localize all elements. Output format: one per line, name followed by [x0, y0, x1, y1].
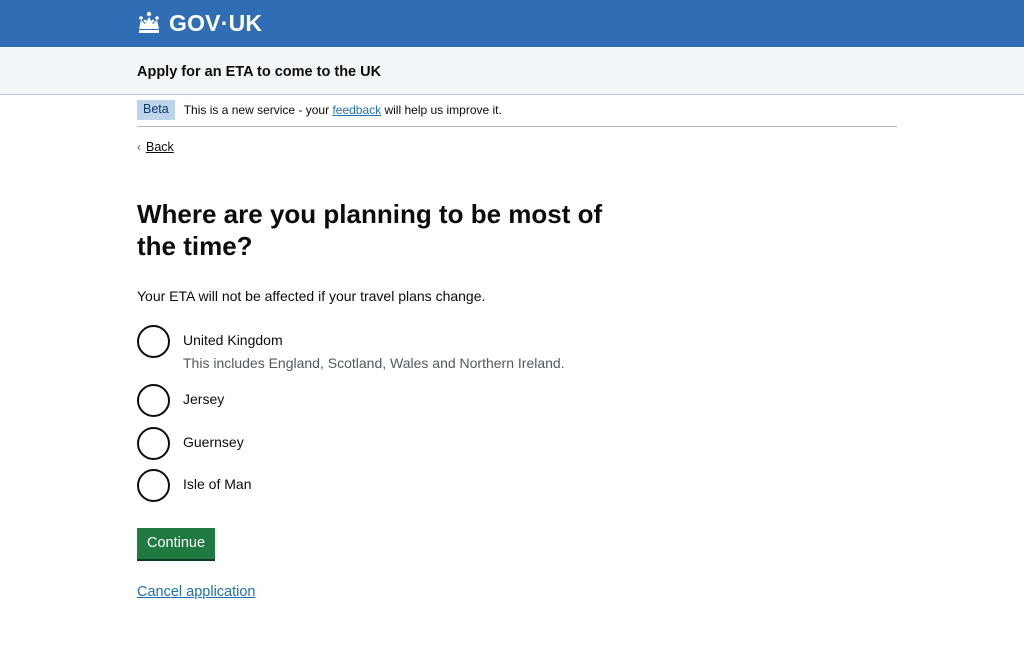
radio-button-isle-of-man[interactable] — [137, 469, 170, 502]
radio-option-jersey[interactable]: Jersey — [137, 384, 224, 417]
radio-option-united-kingdom[interactable]: United Kingdom This includes England, Sc… — [137, 325, 565, 372]
radio-text: Jersey — [183, 384, 224, 408]
govuk-header: GOV·UK — [0, 0, 1024, 47]
back-link[interactable]: ‹ Back — [137, 139, 174, 155]
radio-button-jersey[interactable] — [137, 384, 170, 417]
radio-label-jersey[interactable]: Jersey — [183, 390, 224, 408]
beta-tag: Beta — [137, 100, 175, 120]
chevron-left-icon: ‹ — [137, 140, 141, 154]
radio-button-united-kingdom[interactable] — [137, 325, 170, 358]
phase-banner-text: This is a new service - your feedback wi… — [184, 100, 502, 120]
page-title: Where are you planning to be most of the… — [137, 199, 603, 261]
phase-text-before: This is a new service - your — [183, 103, 333, 117]
phase-banner: Beta This is a new service - your feedba… — [137, 100, 897, 127]
feedback-link[interactable]: feedback — [332, 103, 381, 117]
service-name[interactable]: Apply for an ETA to come to the UK — [137, 63, 381, 81]
govuk-logo-link[interactable]: GOV·UK — [136, 9, 262, 37]
back-link-label: Back — [146, 140, 174, 154]
radio-label-united-kingdom[interactable]: United Kingdom — [183, 331, 565, 349]
radio-label-isle-of-man[interactable]: Isle of Man — [183, 475, 251, 493]
govuk-logo-text: GOV·UK — [169, 10, 263, 36]
radio-text: Isle of Man — [183, 469, 251, 493]
radio-button-guernsey[interactable] — [137, 427, 170, 460]
question-hint: Your ETA will not be affected if your tr… — [137, 288, 486, 304]
radio-text: United Kingdom This includes England, Sc… — [183, 325, 565, 372]
continue-button[interactable]: Continue — [137, 528, 215, 559]
radio-hint-united-kingdom: This includes England, Scotland, Wales a… — [183, 355, 565, 371]
radio-label-guernsey[interactable]: Guernsey — [183, 433, 244, 451]
radio-option-isle-of-man[interactable]: Isle of Man — [137, 469, 251, 502]
radio-option-guernsey[interactable]: Guernsey — [137, 427, 244, 460]
radio-text: Guernsey — [183, 427, 244, 451]
crown-icon — [139, 11, 159, 33]
cancel-application-link[interactable]: Cancel application — [137, 583, 256, 601]
phase-text-after: will help us improve it. — [381, 103, 502, 117]
service-navigation: Apply for an ETA to come to the UK — [0, 47, 1024, 95]
